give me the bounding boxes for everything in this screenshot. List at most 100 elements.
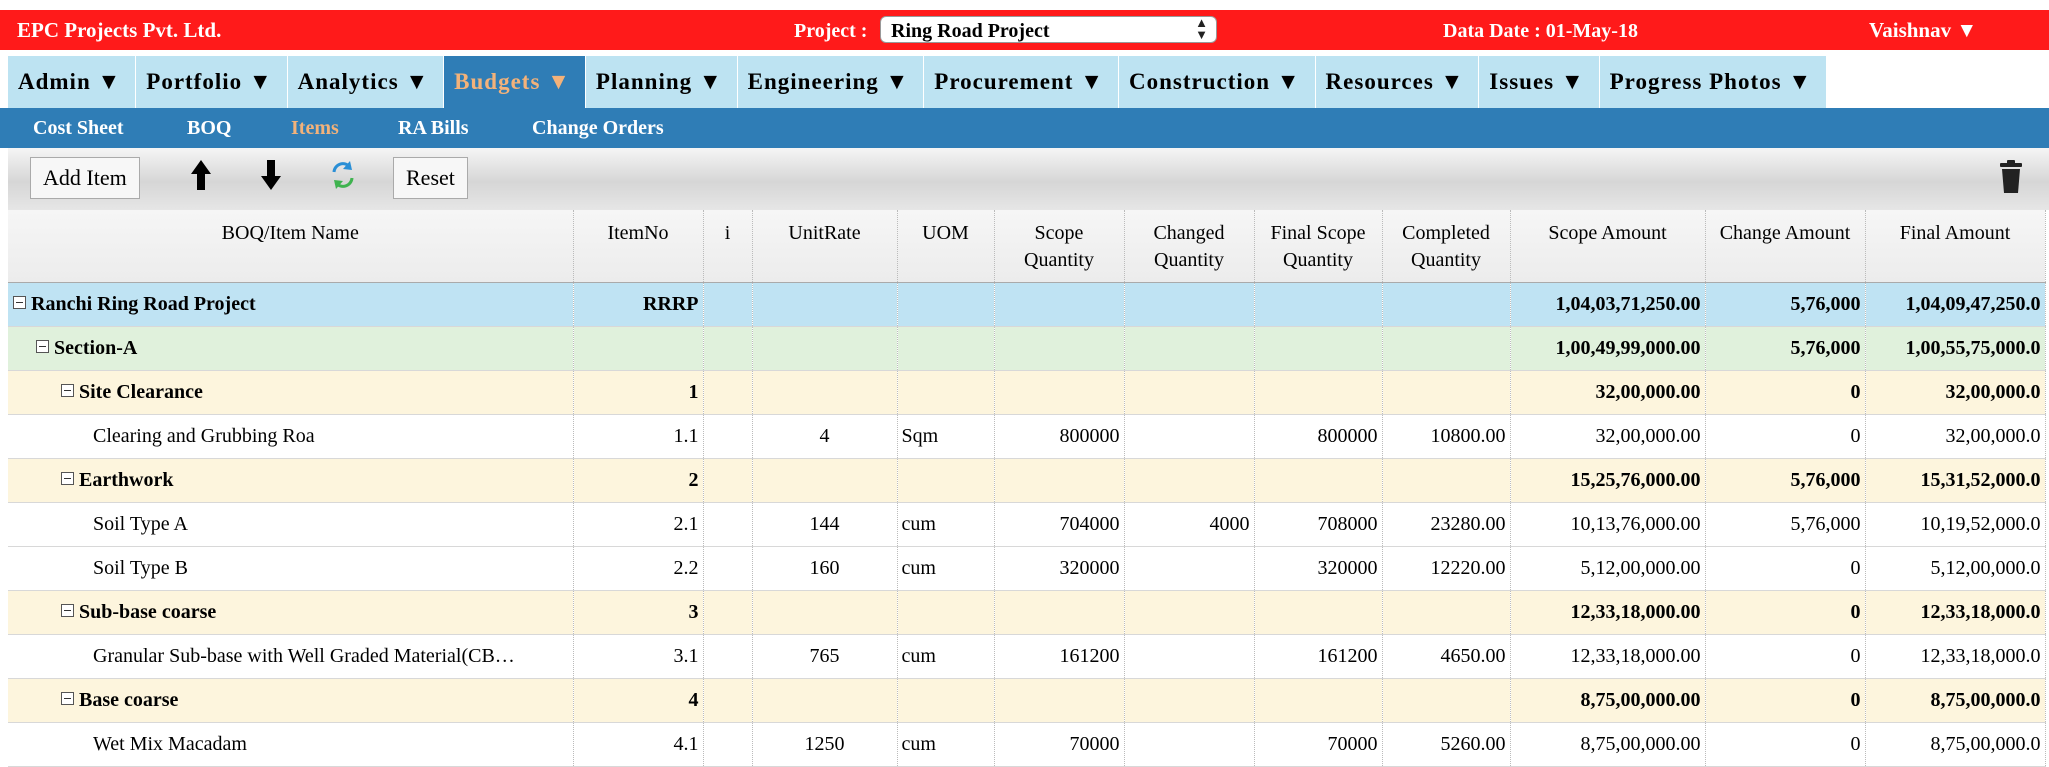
collapse-toggle-icon[interactable] [61,691,74,705]
subnav-item-cost-sheet[interactable]: Cost Sheet [33,117,124,140]
change-amount-cell: 0 [1705,414,1866,459]
add-item-button[interactable]: Add Item [30,157,140,199]
collapse-toggle-icon[interactable] [61,471,74,485]
table-row[interactable]: Clearing and Grubbing Roa 1.1 4 Sqm 800000 80… [8,414,2046,459]
nav-item-engineering[interactable]: Engineering ▼ [738,56,925,108]
final-scope-quantity-cell: 800000 [1254,414,1383,459]
subnav-item-ra-bills[interactable]: RA Bills [398,117,469,140]
reset-button[interactable]: Reset [393,157,468,199]
final-amount-cell: 8,75,00,000.0 [1865,678,2046,723]
nav-item-admin[interactable]: Admin ▼ [8,56,137,108]
item-name-value: Section-A [54,336,138,359]
completed-quantity-cell [1382,590,1511,635]
column-header-sublabel: Quantity [1283,249,1353,271]
table-row[interactable]: Sub-base coarse 3 12,33,18,000.00 0 12,33,18… [8,590,2046,635]
column-header[interactable]: Final Scope Quantity [1254,210,1383,283]
column-header[interactable]: UnitRate [752,210,898,283]
nav-item-analytics[interactable]: Analytics ▼ [288,56,445,108]
uom-cell [897,458,995,503]
nav-item-resources[interactable]: Resources ▼ [1316,56,1480,108]
subnav-item-items[interactable]: Items [291,117,339,140]
arrow-down-icon[interactable] [260,158,282,201]
column-header[interactable]: Completed Quantity [1382,210,1511,283]
column-header[interactable]: i [703,210,753,283]
item-name-cell: Soil Type A [8,502,574,547]
column-header[interactable]: Final Amount [1865,210,2046,283]
refresh-icon[interactable] [330,158,356,201]
table-row[interactable]: Site Clearance 1 32,00,000.00 0 32,00,000.0 [8,370,2046,415]
arrow-up-icon[interactable] [190,158,212,201]
uom-cell [897,678,995,723]
collapse-toggle-icon[interactable] [13,295,26,309]
completed-quantity-value: 12220.00 [1430,556,1506,579]
final-scope-quantity-cell [1254,458,1383,503]
info-cell [703,502,753,547]
unit-rate-cell: 160 [752,546,898,591]
column-header[interactable]: UOM [897,210,995,283]
column-header[interactable]: Changed Quantity [1124,210,1255,283]
unit-rate-cell [752,590,898,635]
item-no-cell: RRRP [573,282,704,327]
final-amount-value: 32,00,000.0 [1945,424,2041,447]
uom-value: cum [901,644,936,667]
table-row[interactable]: Ranchi Ring Road Project RRRP 1,04,03,71,2… [8,282,2046,327]
subnav-item-change-orders[interactable]: Change Orders [532,117,664,140]
item-no-value: 1 [688,380,699,403]
main-nav: Admin ▼ Portfolio ▼ Analytics ▼ Budgets ▼ Pl… [8,56,1828,109]
changed-quantity-cell: 4000 [1124,502,1255,547]
table-row[interactable]: Soil Type B 2.2 160 cum 320000 320000 12220.00… [8,546,2046,591]
column-header[interactable]: Scope Quantity [994,210,1125,283]
change-amount-cell: 5,76,000 [1705,502,1866,547]
collapse-toggle-icon[interactable] [61,603,74,617]
changed-quantity-value: 4000 [1209,512,1250,535]
scope-amount-cell: 1,04,03,71,250.00 [1510,282,1706,327]
final-amount-value: 1,04,09,47,250.0 [1905,292,2041,315]
table-row[interactable]: Wet Mix Macadam 4.1 1250 cum 70000 70000 5260.… [8,722,2046,767]
nav-item-construction[interactable]: Construction ▼ [1119,56,1316,108]
item-name-value: Earthwork [79,468,174,491]
project-select[interactable]: Ring Road Project ▲ ▼ [880,16,1217,43]
column-header[interactable]: Scope Amount [1510,210,1706,283]
collapse-toggle-icon[interactable] [61,383,74,397]
nav-item-progress-photos[interactable]: Progress Photos ▼ [1600,56,1828,108]
nav-item-budgets[interactable]: Budgets ▼ [444,56,586,108]
final-scope-quantity-cell [1254,370,1383,415]
scope-quantity-value: 320000 [1059,556,1120,579]
table-row[interactable]: Base coarse 4 8,75,00,000.00 0 8,75,00,000.0 [8,678,2046,723]
nav-item-procurement[interactable]: Procurement ▼ [924,56,1119,108]
info-cell [703,370,753,415]
subnav-item-boq[interactable]: BOQ [187,117,231,140]
item-name-cell: Section-A [8,326,574,371]
info-cell [703,414,753,459]
user-menu[interactable]: Vaishnav ▼ [1869,18,1977,43]
column-header[interactable]: BOQ/Item Name [8,210,574,283]
change-amount-cell: 0 [1705,634,1866,679]
scope-amount-value: 5,12,00,000.00 [1580,556,1701,579]
table-row[interactable]: Granular Sub-base with Well Graded Mater… [8,634,2046,679]
nav-item-portfolio[interactable]: Portfolio ▼ [136,56,288,108]
nav-item-planning[interactable]: Planning ▼ [586,56,738,108]
nav-item-issues[interactable]: Issues ▼ [1479,56,1600,108]
completed-quantity-cell: 23280.00 [1382,502,1511,547]
item-no-value: 1.1 [673,424,699,447]
item-no-cell [573,326,704,371]
item-name-value: Soil Type B [93,556,188,579]
table-row[interactable]: Earthwork 2 15,25,76,000.00 5,76,000 15,31,5… [8,458,2046,503]
column-header-label: ItemNo [607,222,669,244]
change-amount-value: 5,76,000 [1790,512,1861,535]
collapse-toggle-icon[interactable] [36,339,49,353]
trash-icon[interactable] [1998,160,2024,203]
item-name-cell: Site Clearance [8,370,574,415]
change-amount-cell: 0 [1705,546,1866,591]
changed-quantity-cell [1124,326,1255,371]
table-row[interactable]: Soil Type A 2.1 144 cum 704000 4000 708000 2328… [8,502,2046,547]
unit-rate-cell [752,282,898,327]
column-header[interactable]: Change Amount [1705,210,1866,283]
table-row[interactable]: Section-A 1,00,49,99,000.00 5,76,000 1,00,5… [8,326,2046,371]
completed-quantity-cell [1382,370,1511,415]
column-header[interactable]: ItemNo [573,210,704,283]
final-scope-quantity-cell [1254,282,1383,327]
changed-quantity-cell [1124,414,1255,459]
final-amount-value: 32,00,000.0 [1945,380,2041,403]
scope-amount-value: 12,33,18,000.00 [1570,600,1701,623]
